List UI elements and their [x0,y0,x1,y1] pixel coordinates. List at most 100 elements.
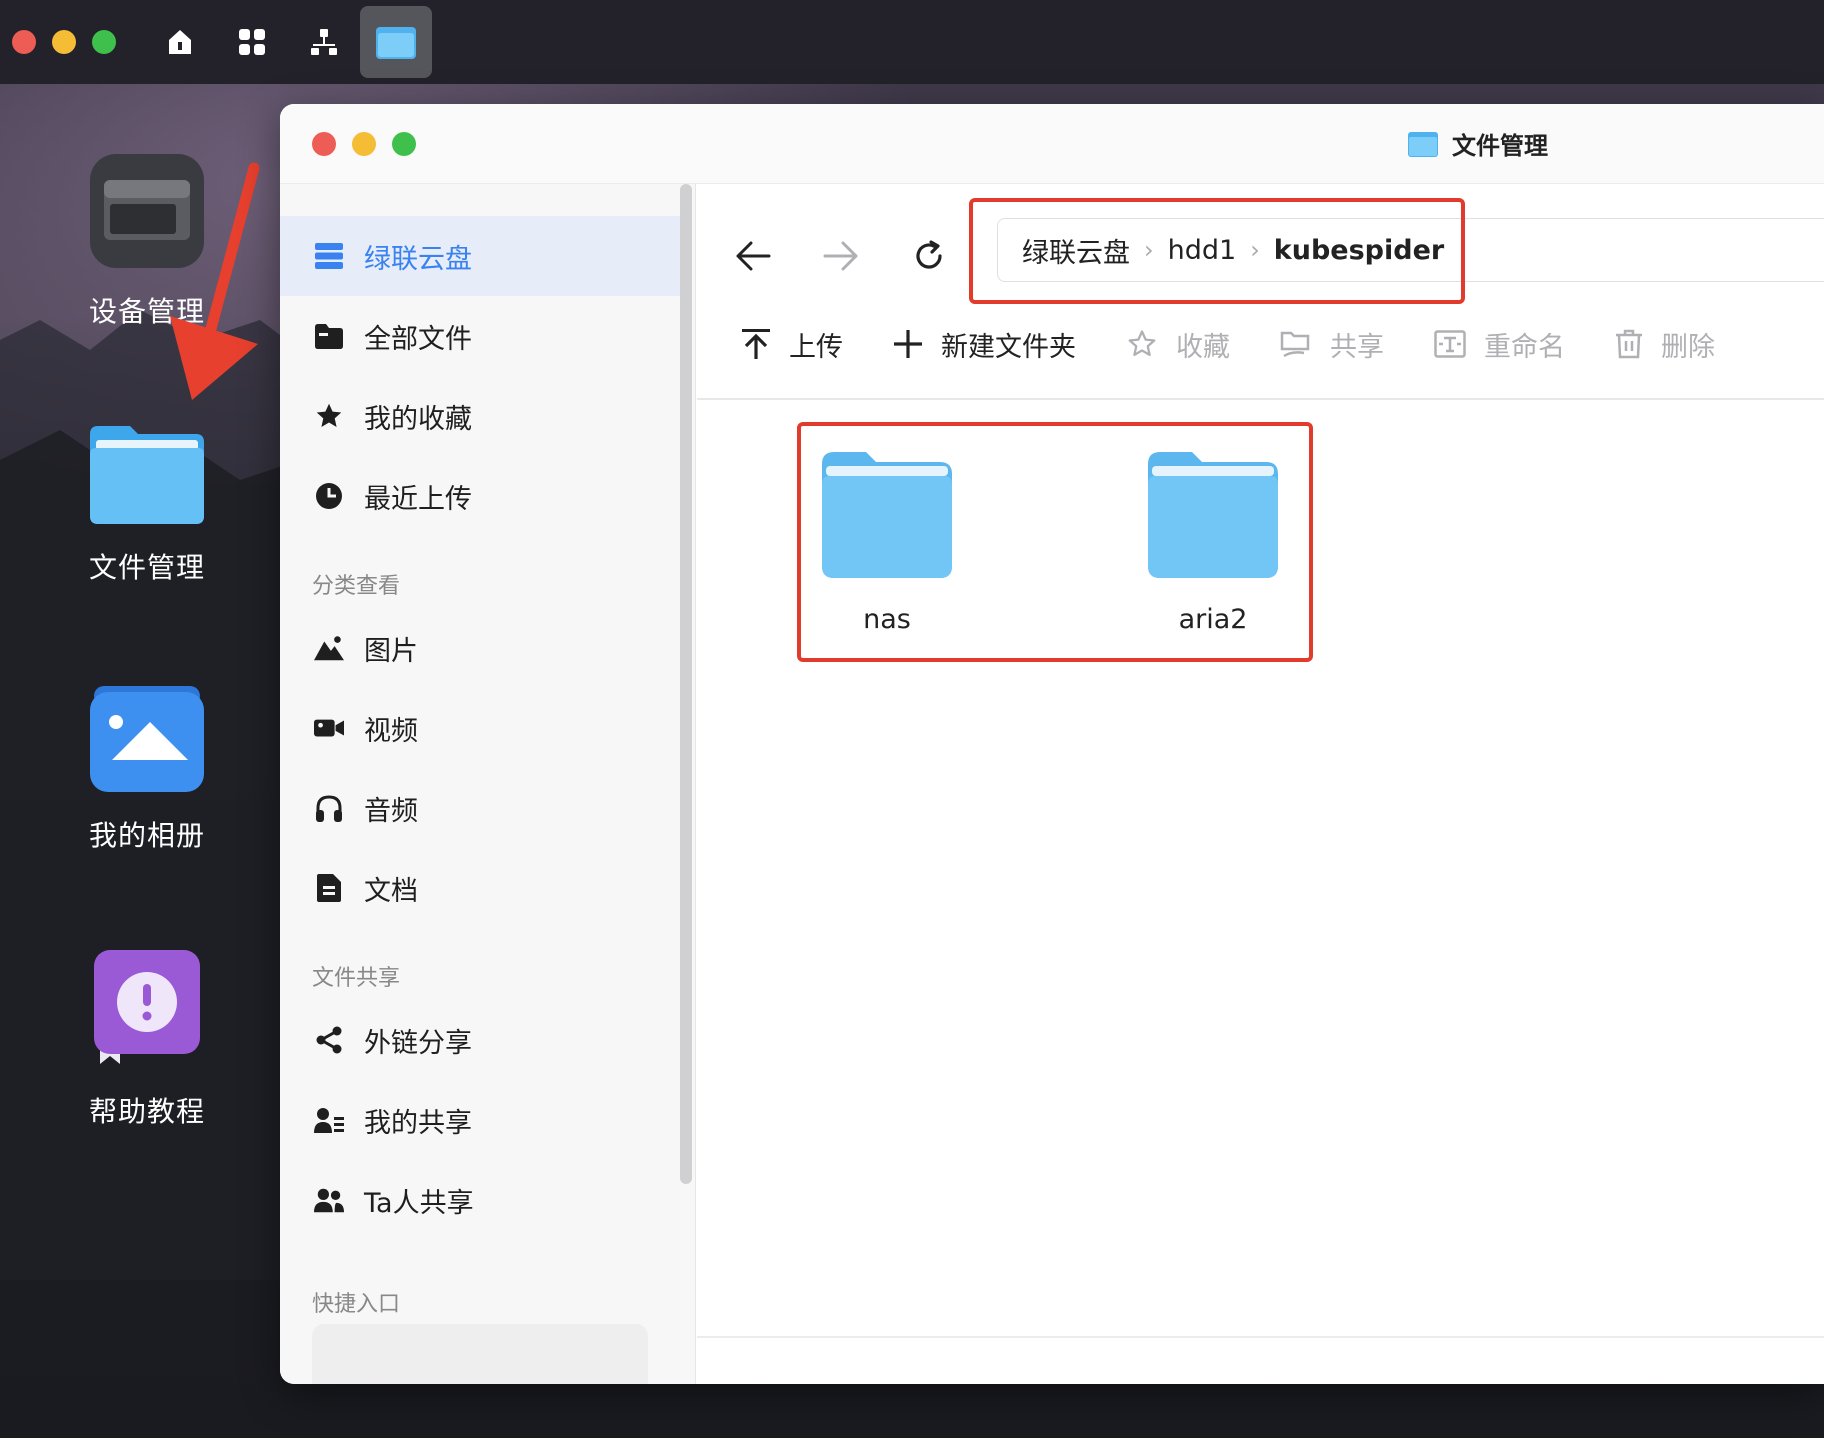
sidebar-item-favorites[interactable]: 我的收藏 [280,376,680,456]
help-icon [94,950,200,1064]
refresh-icon [916,240,942,269]
star-icon [314,401,344,431]
arrow-right-icon [823,241,858,271]
desktop-traffic-lights [12,30,116,54]
sidebar-item-link-share[interactable]: 外链分享 [280,1000,680,1080]
status-divider [697,1336,1824,1338]
sidebar-item-others-shares[interactable]: Ta人共享 [280,1160,680,1240]
desktop-icon-my-album[interactable]: 我的相册 [72,686,222,854]
desktop-icon-help-tutorial[interactable]: 帮助教程 [72,950,222,1130]
clock-icon [314,481,344,511]
toolbar-label: 新建文件夹 [941,331,1076,363]
back-button[interactable] [725,228,781,284]
section-title-quick-access: 快捷入口 [312,1292,401,1317]
network-icon [311,29,337,55]
toolbar-label: 收藏 [1176,331,1230,363]
sidebar-item-label: 我的共享 [364,1107,472,1139]
sidebar-item-label: 图片 [364,635,418,667]
sidebar-item-label: 最近上传 [364,483,472,515]
trash-icon [1615,329,1643,359]
share-button[interactable]: 共享 [1280,325,1384,364]
toolbar-label: 上传 [789,331,843,363]
minimize-dot[interactable] [52,30,76,54]
section-title-file-sharing: 文件共享 [312,966,401,991]
share-folder-icon [1280,329,1312,359]
rename-icon [1434,330,1466,358]
maximize-dot[interactable] [92,30,116,54]
sidebar-scrollbar[interactable] [680,184,692,1184]
file-manager-window: 文件管理 绿联云盘 全部文件 我的收藏 最近上传 分类查看 图片 视频 音频 文… [280,104,1824,1384]
file-manager-taskbar-button[interactable] [360,6,432,78]
upload-button[interactable]: 上传 [741,325,843,364]
sidebar-item-all-files[interactable]: 全部文件 [280,296,680,376]
window-close-button[interactable] [312,132,336,156]
red-arrow-annotation [170,162,260,400]
new-folder-button[interactable]: 新建文件夹 [893,325,1076,364]
upload-icon [741,328,771,360]
folder-item[interactable]: aria2 [1133,450,1293,635]
close-dot[interactable] [12,30,36,54]
video-icon [314,713,344,743]
window-maximize-button[interactable] [392,132,416,156]
image-icon [314,633,344,663]
apps-button[interactable] [216,6,288,78]
sidebar-item-audio[interactable]: 音频 [280,768,680,848]
section-title-categories: 分类查看 [312,574,401,599]
headphones-icon [314,793,344,823]
quick-access-box[interactable] [312,1324,648,1384]
top-bar [0,0,1824,84]
grid-icon [239,29,265,55]
document-icon [314,873,344,903]
home-icon [169,30,191,54]
favorite-button[interactable]: 收藏 [1126,325,1230,364]
rename-button[interactable]: 重命名 [1434,325,1565,364]
star-outline-icon [1126,329,1158,359]
sidebar-item-label: 视频 [364,715,418,747]
sidebar-item-documents[interactable]: 文档 [280,848,680,928]
toolbar-label: 重命名 [1484,331,1565,363]
sidebar-item-label: Ta人共享 [364,1187,474,1219]
folder-item[interactable]: nas [807,450,967,635]
window-title: 文件管理 [1408,126,1548,161]
window-traffic-lights [312,132,416,156]
sidebar-item-ugreen-cloud[interactable]: 绿联云盘 [280,216,680,296]
window-title-text: 文件管理 [1452,132,1548,160]
folder-name: nas [863,604,911,635]
desktop-icon-label: 我的相册 [88,819,205,852]
desktop-icon-label: 帮助教程 [88,1095,205,1128]
toolbar-label: 共享 [1330,331,1384,363]
folder-name: aria2 [1178,604,1248,635]
folder-app-icon [376,27,416,59]
sidebar-item-label: 我的收藏 [364,403,472,435]
users-icon [314,1185,344,1215]
window-minimize-button[interactable] [352,132,376,156]
toolbar: 上传 新建文件夹 收藏 共享 重命名 删除 [741,314,1765,374]
folder-app-icon [90,426,204,524]
forward-button[interactable] [813,228,869,284]
sidebar-item-label: 全部文件 [364,323,472,355]
sidebar: 绿联云盘 全部文件 我的收藏 最近上传 分类查看 图片 视频 音频 文档 文件共… [280,184,696,1384]
desktop-icon-label: 文件管理 [88,551,205,584]
user-share-icon [314,1105,344,1135]
highlight-box-path [969,198,1465,304]
plus-icon [893,329,923,359]
photo-icon [90,686,204,792]
home-button[interactable] [144,6,216,78]
server-icon [314,241,344,271]
sidebar-item-my-shares[interactable]: 我的共享 [280,1080,680,1160]
window-titlebar[interactable]: 文件管理 [280,104,1824,184]
toolbar-label: 删除 [1661,331,1715,363]
folder-icon [314,321,344,351]
main-content: 绿联云盘 › hdd1 › kubespider 上传 新建文件夹 收藏 共享 … [697,184,1824,1384]
folder-icon [1148,452,1278,578]
arrow-left-icon [736,241,771,271]
delete-button[interactable]: 删除 [1615,325,1715,364]
toolbar-divider [697,398,1824,400]
sidebar-item-label: 外链分享 [364,1027,472,1059]
desktop-icon-file-management[interactable]: 文件管理 [72,420,222,586]
sidebar-item-images[interactable]: 图片 [280,608,680,688]
sidebar-item-videos[interactable]: 视频 [280,688,680,768]
network-button[interactable] [288,6,360,78]
refresh-button[interactable] [901,228,957,284]
sidebar-item-recent-uploads[interactable]: 最近上传 [280,456,680,536]
